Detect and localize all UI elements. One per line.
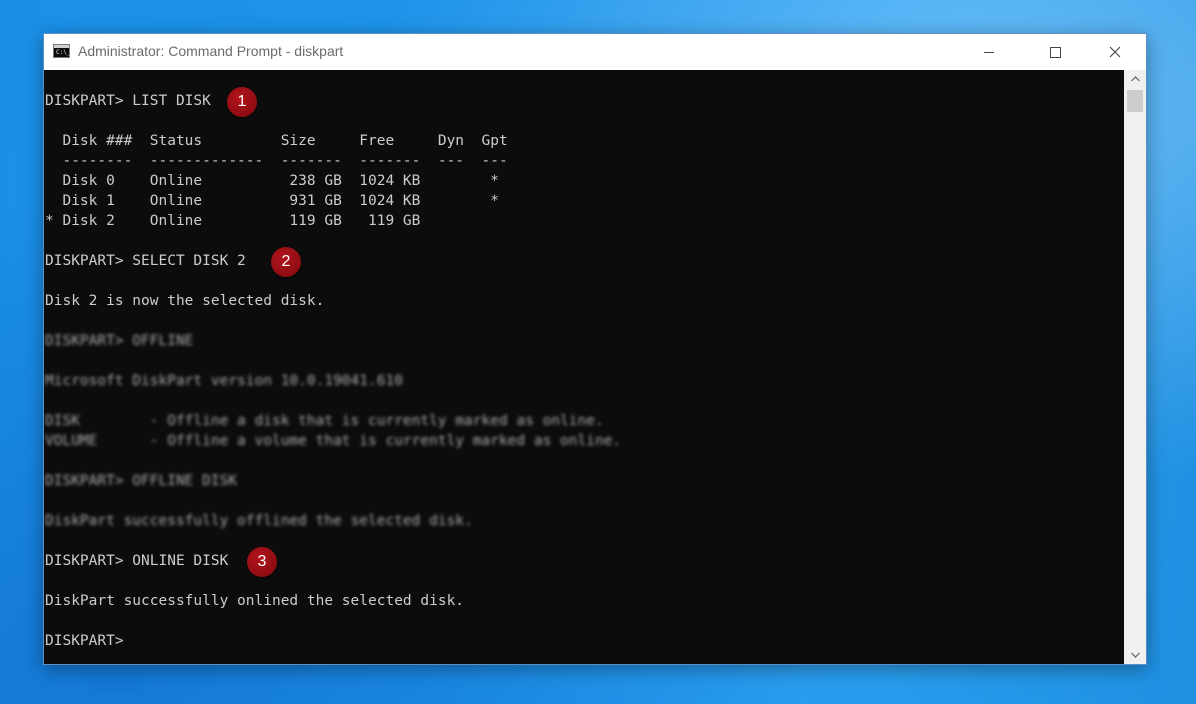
chevron-up-icon: [1130, 76, 1140, 82]
maximize-icon: [1049, 46, 1061, 58]
console-output[interactable]: DISKPART> LIST DISK Disk ### Status Size…: [44, 70, 1124, 664]
console-line: DiskPart successfully onlined the select…: [45, 593, 465, 609]
console-line: Disk 2 is now the selected disk.: [45, 293, 325, 309]
console-line: Disk 0 Online 238 GB 1024 KB *: [45, 173, 499, 189]
cmd-icon[interactable]: C:\_: [53, 44, 70, 58]
scroll-up-button[interactable]: [1124, 70, 1146, 88]
scroll-down-button[interactable]: [1124, 646, 1146, 664]
blurred-console-line: Microsoft DiskPart version 10.0.19041.61…: [45, 373, 403, 389]
console-line: DISKPART> SELECT DISK 2: [45, 253, 246, 269]
blurred-console-line: DISKPART> OFFLINE: [45, 333, 194, 349]
chevron-down-icon: [1130, 652, 1140, 658]
command-prompt-window[interactable]: C:\_ Administrator: Command Prompt - dis…: [43, 33, 1147, 665]
vertical-scrollbar[interactable]: [1124, 70, 1146, 664]
step-badge-3: 3: [247, 547, 277, 577]
console-line: DISKPART> LIST DISK: [45, 93, 211, 109]
console-line: -------- ------------- ------- ------- -…: [45, 153, 508, 169]
console-line: DISKPART> ONLINE DISK: [45, 553, 229, 569]
scrollbar-thumb[interactable]: [1127, 90, 1143, 112]
blurred-console-line: DiskPart successfully offlined the selec…: [45, 513, 473, 529]
step-badge-2: 2: [271, 247, 301, 277]
minimize-icon: [984, 51, 994, 53]
window-title: Administrator: Command Prompt - diskpart: [78, 43, 344, 59]
blurred-console-line: VOLUME - Offline a volume that is curren…: [45, 433, 622, 449]
minimize-button[interactable]: [966, 34, 1012, 70]
blurred-console-line: DISKPART> OFFLINE DISK: [45, 473, 238, 489]
console-line: * Disk 2 Online 119 GB 119 GB: [45, 213, 421, 229]
console-prompt[interactable]: DISKPART>: [45, 631, 124, 651]
console-line: Disk ### Status Size Free Dyn Gpt: [45, 133, 508, 149]
cmd-icon-glyph: C:\_: [56, 49, 71, 56]
close-icon: [1109, 46, 1121, 58]
console-line: Disk 1 Online 931 GB 1024 KB *: [45, 193, 499, 209]
close-button[interactable]: [1092, 34, 1138, 70]
step-badge-1: 1: [227, 87, 257, 117]
maximize-button[interactable]: [1032, 34, 1078, 70]
blurred-console-line: DISK - Offline a disk that is currently …: [45, 413, 604, 429]
title-bar[interactable]: C:\_ Administrator: Command Prompt - dis…: [44, 34, 1146, 70]
